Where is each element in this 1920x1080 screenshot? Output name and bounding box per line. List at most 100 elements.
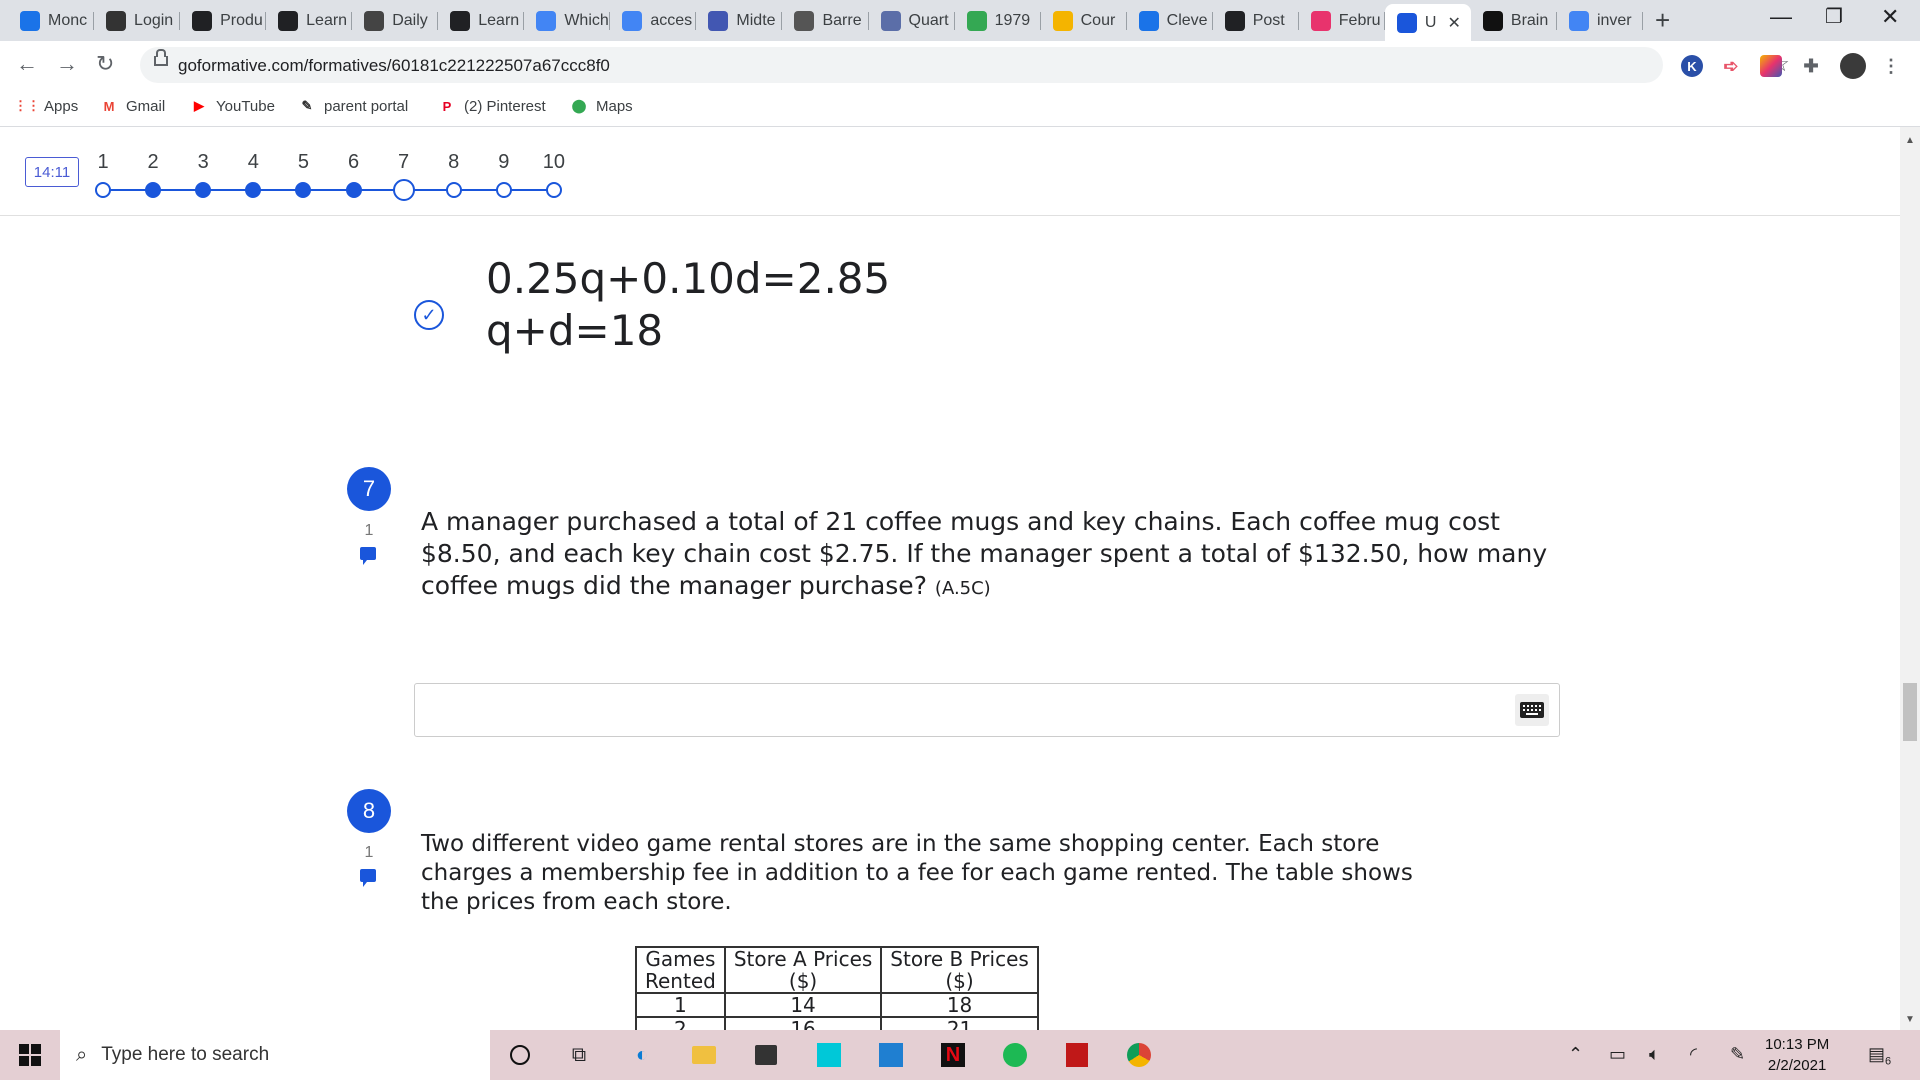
back-arrow-icon[interactable]: ←: [16, 51, 38, 77]
math-keyboard-icon[interactable]: [1515, 694, 1549, 726]
bookmark-item[interactable]: M Gmail: [100, 97, 166, 115]
browser-tab[interactable]: Barre: [782, 4, 869, 37]
bookmark-item[interactable]: P (2) Pinterest: [438, 97, 546, 115]
question-nav-dot[interactable]: [545, 182, 562, 198]
browser-tab[interactable]: Learn: [266, 4, 353, 37]
bookmark-label: parent portal: [324, 97, 409, 115]
close-tab-icon[interactable]: ✕: [1447, 13, 1460, 33]
extension-k-icon[interactable]: K: [1681, 55, 1703, 77]
extension-arrow-icon[interactable]: ➪: [1720, 55, 1742, 77]
taskbar-search-placeholder[interactable]: Type here to search: [101, 1044, 269, 1066]
puzzle-extensions-icon[interactable]: ✚: [1800, 55, 1822, 77]
browser-tab[interactable]: Produ: [180, 4, 267, 37]
bookmark-item[interactable]: ⬤ Maps: [570, 97, 633, 115]
browser-tab[interactable]: U ✕: [1384, 4, 1471, 41]
bookmark-item[interactable]: ▶ YouTube: [190, 97, 275, 115]
question-nav-number[interactable]: 10: [534, 151, 574, 174]
browser-tab[interactable]: Febru: [1299, 4, 1385, 37]
reload-icon[interactable]: ↻: [96, 51, 114, 77]
question-7-number-badge[interactable]: 7: [347, 467, 391, 511]
taskbar-search-box[interactable]: ⌕ Type here to search: [60, 1030, 490, 1080]
question-nav-number[interactable]: 7: [384, 151, 424, 174]
question-nav-number[interactable]: 3: [183, 151, 223, 174]
browser-tab[interactable]: Which: [524, 4, 611, 37]
new-tab-plus-icon[interactable]: +: [1655, 5, 1670, 36]
table-row: 2 16 21: [635, 1016, 1039, 1030]
address-bar[interactable]: goformative.com/formatives/60181c2212225…: [140, 47, 1790, 83]
question-nav-dot[interactable]: [495, 182, 512, 198]
browser-tab[interactable]: Login: [94, 4, 181, 37]
question-nav-dot[interactable]: [392, 179, 415, 201]
browser-tab[interactable]: acces: [610, 4, 697, 37]
edge-icon[interactable]: ◐: [626, 1039, 658, 1071]
browser-tab[interactable]: Learn: [438, 4, 525, 37]
extension-color-icon[interactable]: [1760, 55, 1782, 77]
app-blue-icon[interactable]: [875, 1039, 907, 1071]
cortana-circle-icon[interactable]: [504, 1039, 536, 1071]
classroom-icon: [1052, 10, 1073, 31]
file-explorer-icon[interactable]: [688, 1039, 720, 1071]
windows-start-icon[interactable]: [14, 1039, 46, 1071]
browser-tab[interactable]: Daily: [352, 4, 439, 37]
browser-tab[interactable]: Midte: [696, 4, 783, 37]
question-nav-dot[interactable]: [295, 182, 312, 198]
profile-avatar[interactable]: [1840, 53, 1866, 79]
t-icon: [966, 10, 987, 31]
question-nav-dot[interactable]: [245, 182, 262, 198]
restore-icon[interactable]: ❐: [1825, 4, 1843, 29]
browser-tab-label: Daily: [392, 11, 428, 29]
scroll-down-arrow-icon[interactable]: ▼: [1905, 1014, 1915, 1025]
question-nav-number[interactable]: 6: [334, 151, 374, 174]
volume-icon[interactable]: 🔈︎: [1649, 1044, 1660, 1065]
browser-tab[interactable]: Post: [1213, 4, 1299, 37]
question-nav-number[interactable]: 5: [283, 151, 323, 174]
wifi-icon[interactable]: ◜: [1690, 1044, 1697, 1065]
mcafee-icon[interactable]: [1061, 1039, 1093, 1071]
taskbar-clock[interactable]: 10:13 PM 2/2/2021: [1765, 1034, 1829, 1076]
comment-icon[interactable]: [360, 869, 376, 887]
browser-tab[interactable]: Cleve: [1127, 4, 1213, 37]
browser-tab[interactable]: Monc: [8, 4, 95, 37]
menu-dots-icon[interactable]: ⋮: [1880, 55, 1902, 77]
bookmark-item[interactable]: ⋮⋮ Apps: [14, 97, 78, 115]
question-nav-dot[interactable]: [145, 182, 162, 198]
question-nav-number[interactable]: 4: [233, 151, 273, 174]
pinterest-icon: P: [442, 98, 452, 114]
browser-tab[interactable]: inver: [1557, 4, 1643, 37]
store-icon[interactable]: [750, 1039, 782, 1071]
question-7-answer-input[interactable]: [414, 683, 1560, 737]
netflix-icon[interactable]: N: [937, 1039, 969, 1071]
bookmark-item[interactable]: ✎ parent portal: [298, 97, 409, 115]
question-8-number-badge[interactable]: 8: [347, 789, 391, 833]
question-nav-number[interactable]: 8: [434, 151, 474, 174]
browser-tab[interactable]: Quart: [869, 4, 955, 37]
question-nav-dot[interactable]: [95, 182, 111, 198]
browser-tab[interactable]: Cour: [1041, 4, 1127, 37]
pen-ink-icon[interactable]: ✎: [1730, 1044, 1745, 1065]
question-nav-dot[interactable]: [195, 182, 212, 198]
forward-arrow-icon[interactable]: →: [56, 51, 78, 77]
battery-icon[interactable]: ▭: [1609, 1044, 1626, 1065]
close-window-icon[interactable]: ✕: [1881, 4, 1899, 30]
task-view-icon[interactable]: ⧉: [563, 1039, 595, 1071]
bookmark-label: (2) Pinterest: [464, 97, 546, 115]
comment-icon[interactable]: [360, 547, 376, 565]
page-scrollbar[interactable]: ▲ ▼: [1900, 127, 1920, 1030]
app-cyan-icon[interactable]: [813, 1039, 845, 1071]
browser-tab[interactable]: Brain: [1471, 4, 1557, 37]
chrome-icon[interactable]: [1123, 1039, 1155, 1071]
notification-center-icon[interactable]: ▤6: [1868, 1044, 1891, 1068]
scroll-up-arrow-icon[interactable]: ▲: [1905, 135, 1915, 146]
question-nav-number[interactable]: 1: [83, 151, 123, 174]
url-text[interactable]: goformative.com/formatives/60181c2212225…: [178, 56, 610, 76]
show-hidden-icons-icon[interactable]: ⌃: [1568, 1044, 1583, 1065]
question-nav-dot[interactable]: [445, 182, 462, 198]
question-nav-dot[interactable]: [345, 182, 362, 198]
spotify-icon[interactable]: [999, 1039, 1031, 1071]
youtube-icon: ▶: [194, 98, 204, 113]
minimize-icon[interactable]: —: [1770, 4, 1792, 30]
question-nav-number[interactable]: 9: [484, 151, 524, 174]
scrollbar-thumb[interactable]: [1903, 683, 1917, 741]
question-nav-number[interactable]: 2: [133, 151, 173, 174]
browser-tab[interactable]: 1979: [955, 4, 1041, 37]
